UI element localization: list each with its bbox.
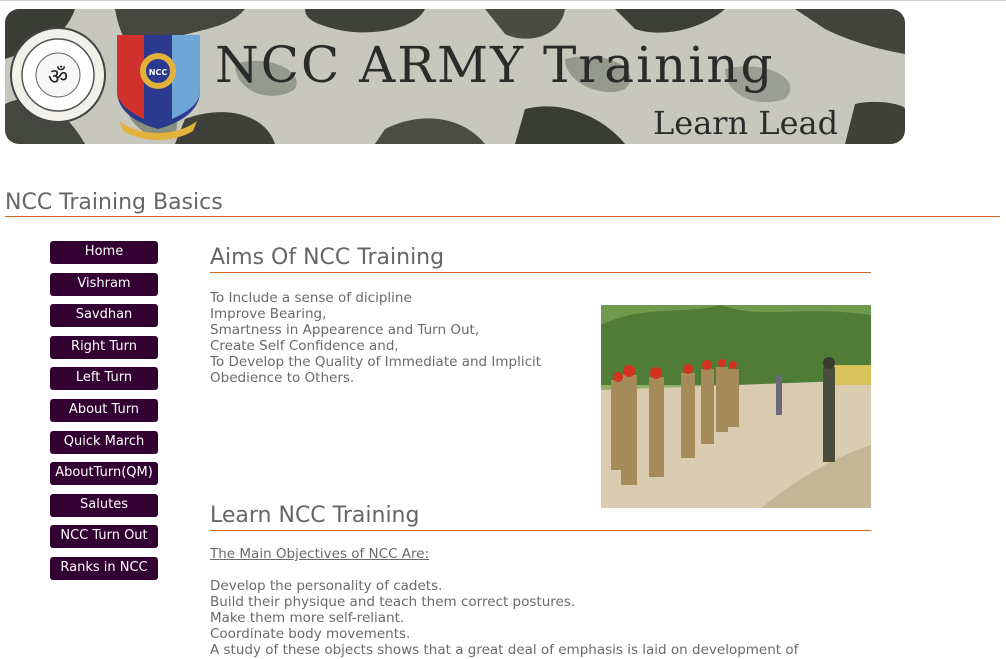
objective-line: Build their physique and teach them corr…: [210, 594, 576, 610]
cadets-parade-photo: [601, 305, 871, 508]
nav-item-ncc-turn-out[interactable]: NCC Turn Out: [50, 525, 158, 549]
nav-item-about-turn-qm[interactable]: AboutTurn(QM): [50, 462, 158, 486]
objective-line: Make them more self-reliant.: [210, 610, 405, 626]
banner-title: NCC ARMY Training: [215, 36, 775, 94]
objective-line: Coordinate body movements.: [210, 626, 411, 642]
page-title-divider: [5, 216, 1000, 217]
nav-item-right-turn[interactable]: Right Turn: [50, 335, 158, 359]
objectives-heading-link[interactable]: The Main Objectives of NCC Are:: [210, 546, 429, 562]
aims-heading: Aims Of NCC Training: [210, 245, 445, 270]
banner-subtitle: Learn Lead: [653, 104, 839, 142]
nav-item-savdhan[interactable]: Savdhan: [50, 304, 158, 328]
nav-item-vishram[interactable]: Vishram: [50, 272, 158, 296]
svg-text:NCC: NCC: [149, 68, 168, 77]
header-banner: ॐ NCC NCC ARMY Training Learn Lead: [5, 9, 905, 144]
aims-line: To Include a sense of dicipline: [210, 290, 412, 306]
objective-line: Develop the personality of cadets.: [210, 578, 443, 594]
nav-item-home[interactable]: Home: [50, 241, 158, 264]
nav-item-about-turn[interactable]: About Turn: [50, 398, 158, 422]
sidebar-nav: Home Vishram Savdhan Right Turn Left Tur…: [50, 241, 158, 589]
aims-divider: [210, 272, 871, 273]
nav-item-quick-march[interactable]: Quick March: [50, 430, 158, 454]
objective-line: A study of these objects shows that a gr…: [210, 642, 799, 658]
nav-item-left-turn[interactable]: Left Turn: [50, 367, 158, 391]
page-title: NCC Training Basics: [5, 190, 223, 215]
top-border: [0, 0, 1006, 1]
college-seal-icon: ॐ: [10, 27, 106, 123]
nav-item-ranks-in-ncc[interactable]: Ranks in NCC: [50, 556, 158, 580]
learn-divider: [210, 530, 871, 531]
objectives-list: Develop the personality of cadets. Build…: [210, 578, 871, 658]
svg-text:ॐ: ॐ: [48, 65, 68, 90]
nav-item-salutes[interactable]: Salutes: [50, 493, 158, 517]
